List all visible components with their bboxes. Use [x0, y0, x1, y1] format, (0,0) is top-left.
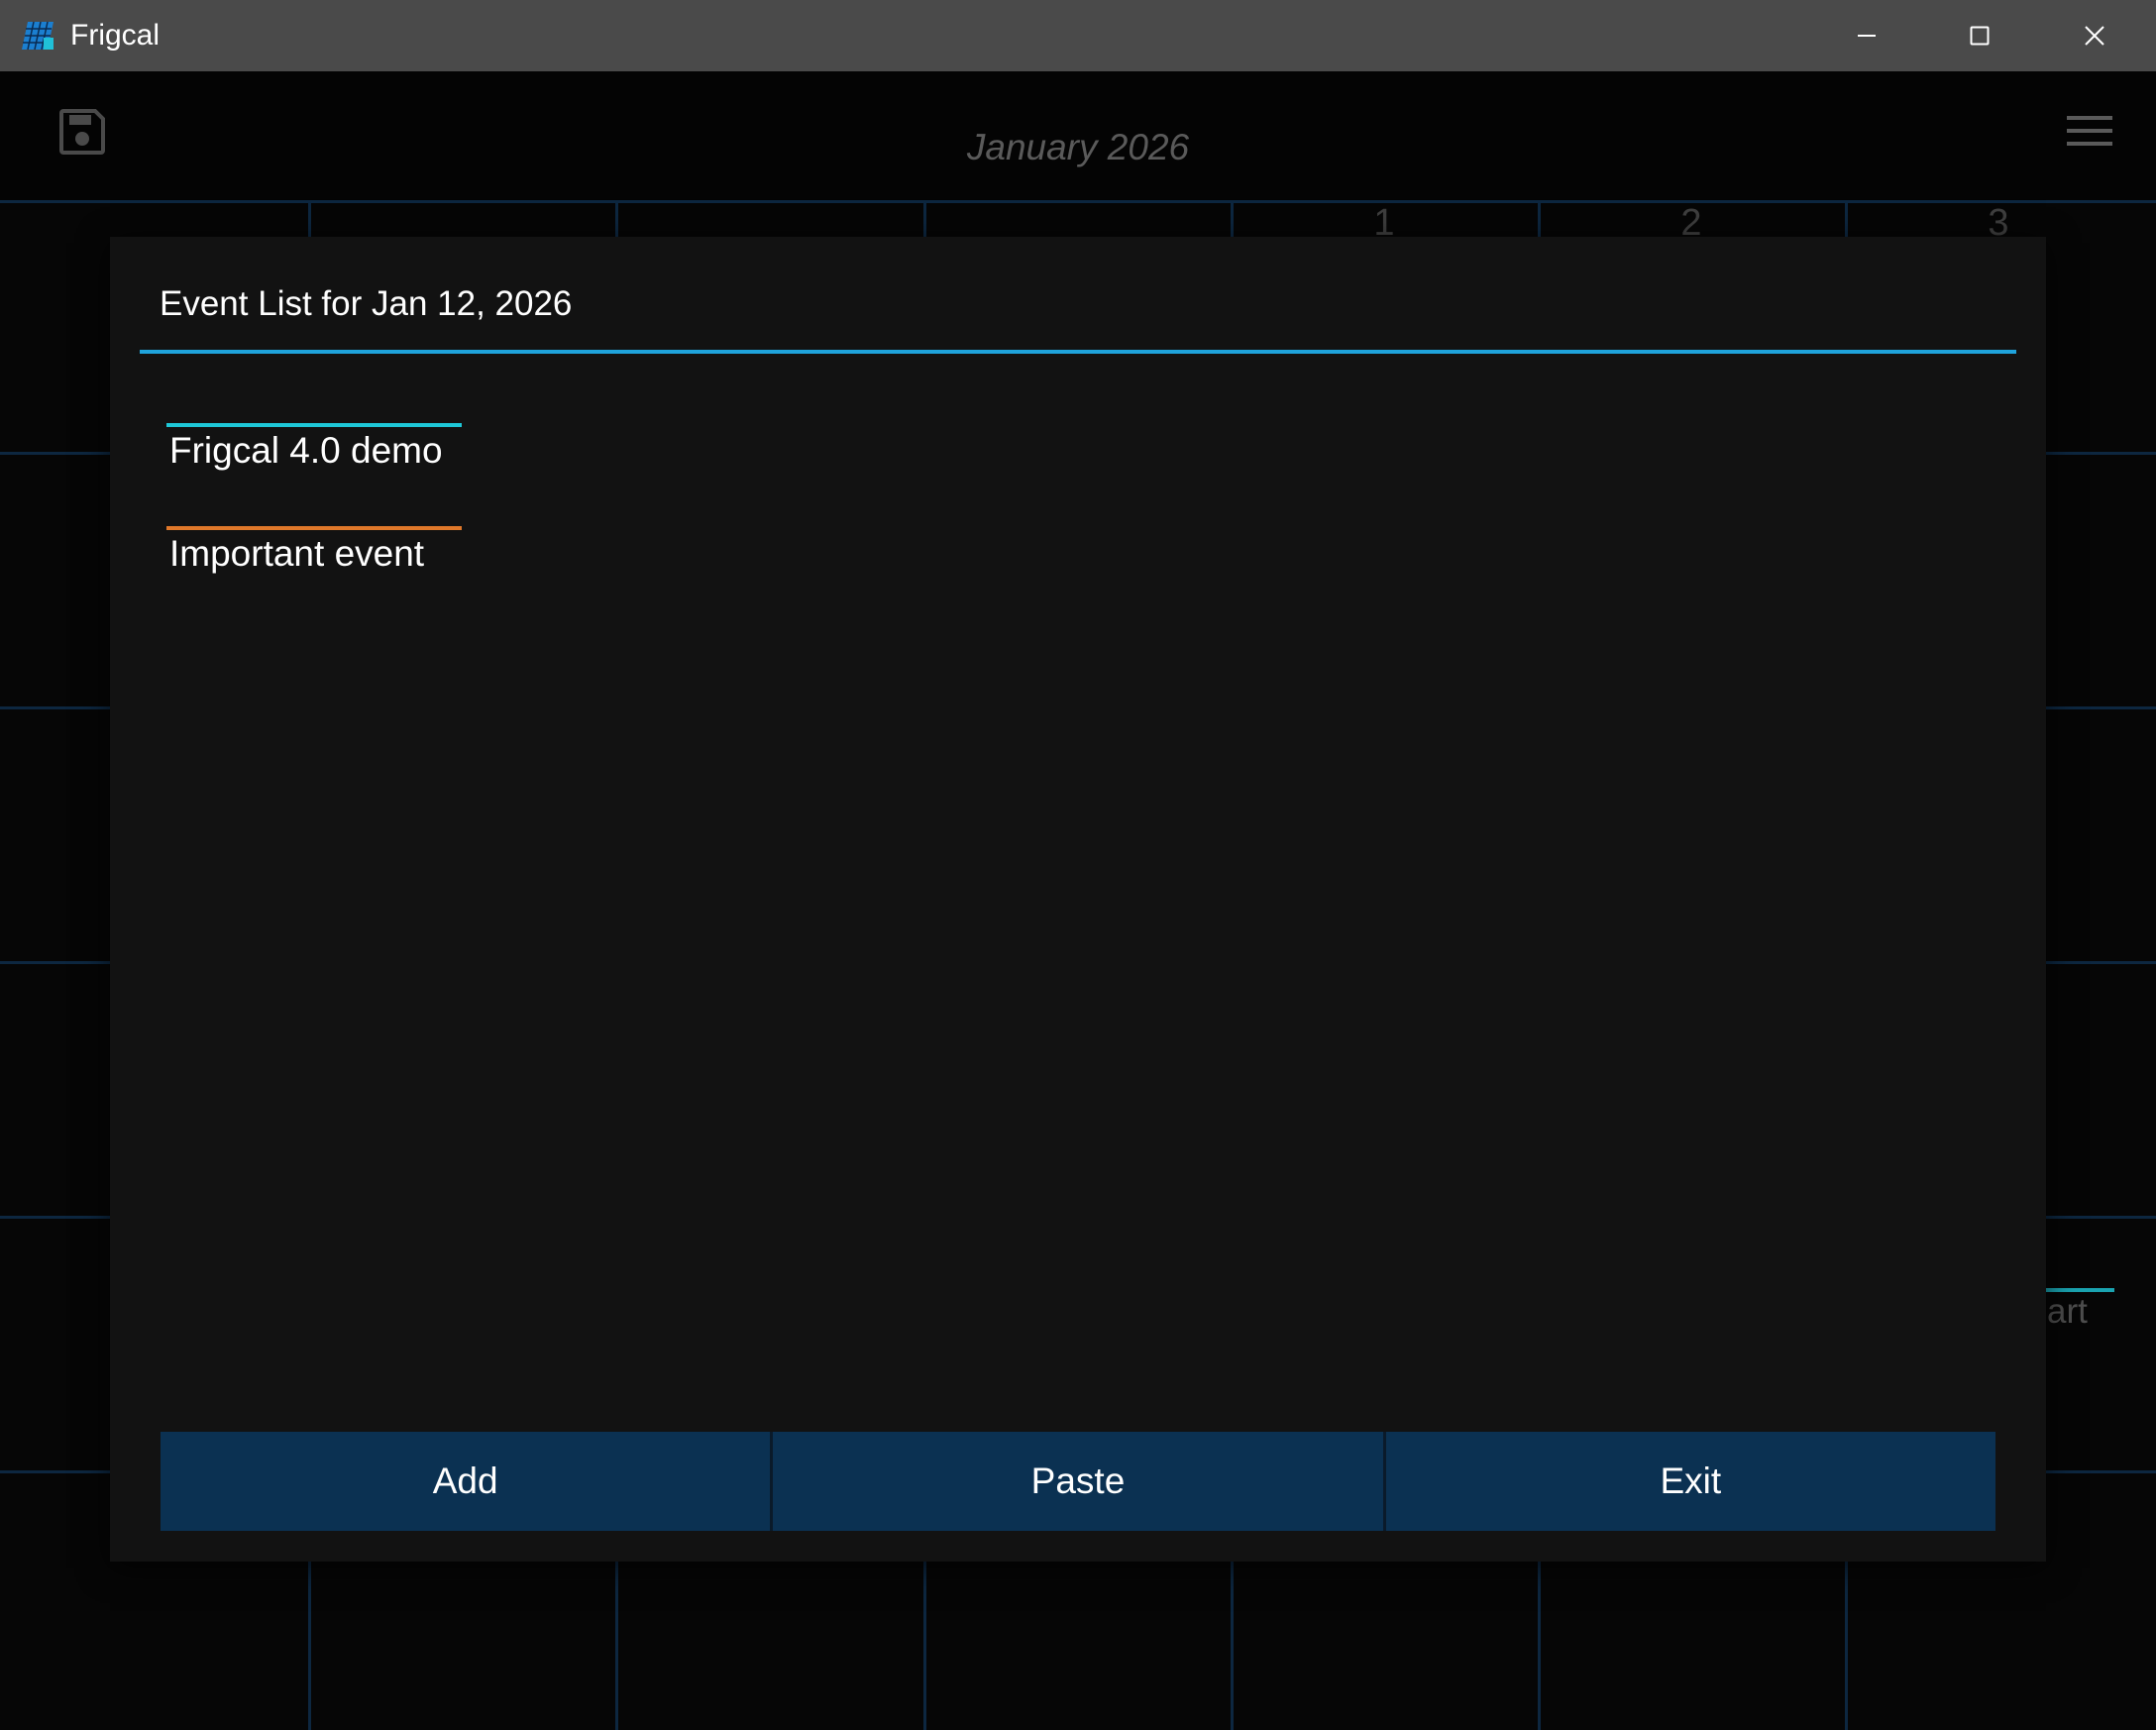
app-toolbar: January 2026: [0, 71, 2156, 200]
event-list-item[interactable]: Important event: [166, 526, 464, 576]
frigcal-window: Frigcal January 2026 1 2 3 art Event Lis…: [0, 0, 2156, 1730]
grid-line: [0, 200, 2156, 203]
event-color-bar: [166, 526, 462, 530]
event-color-bar: [166, 423, 462, 427]
minimize-button[interactable]: [1809, 0, 1924, 71]
dialog-button-row: Add Paste Exit: [161, 1432, 1995, 1531]
title-bar[interactable]: Frigcal: [0, 0, 2156, 71]
exit-button[interactable]: Exit: [1385, 1432, 1995, 1531]
event-label: Important event: [169, 533, 425, 574]
dialog-divider: [140, 350, 2016, 354]
frigcal-calendar-icon: [22, 21, 54, 51]
close-icon: [2085, 26, 2104, 46]
dialog-title: Event List for Jan 12, 2026: [160, 284, 573, 323]
calendar-event-label[interactable]: art: [2047, 1292, 2088, 1332]
month-title: January 2026: [966, 127, 1190, 167]
maximize-button[interactable]: [1922, 0, 2037, 71]
event-label: Frigcal 4.0 demo: [169, 430, 443, 471]
event-list-dialog: Event List for Jan 12, 2026 Frigcal 4.0 …: [110, 237, 2046, 1562]
paste-button[interactable]: Paste: [773, 1432, 1386, 1531]
hamburger-menu-icon[interactable]: [2065, 111, 2114, 151]
minimize-icon: [1858, 35, 1876, 37]
close-button[interactable]: [2037, 0, 2152, 71]
add-button[interactable]: Add: [161, 1432, 774, 1531]
event-list-item[interactable]: Frigcal 4.0 demo: [166, 423, 464, 473]
maximize-icon: [1970, 26, 1990, 46]
window-title: Frigcal: [70, 19, 161, 52]
